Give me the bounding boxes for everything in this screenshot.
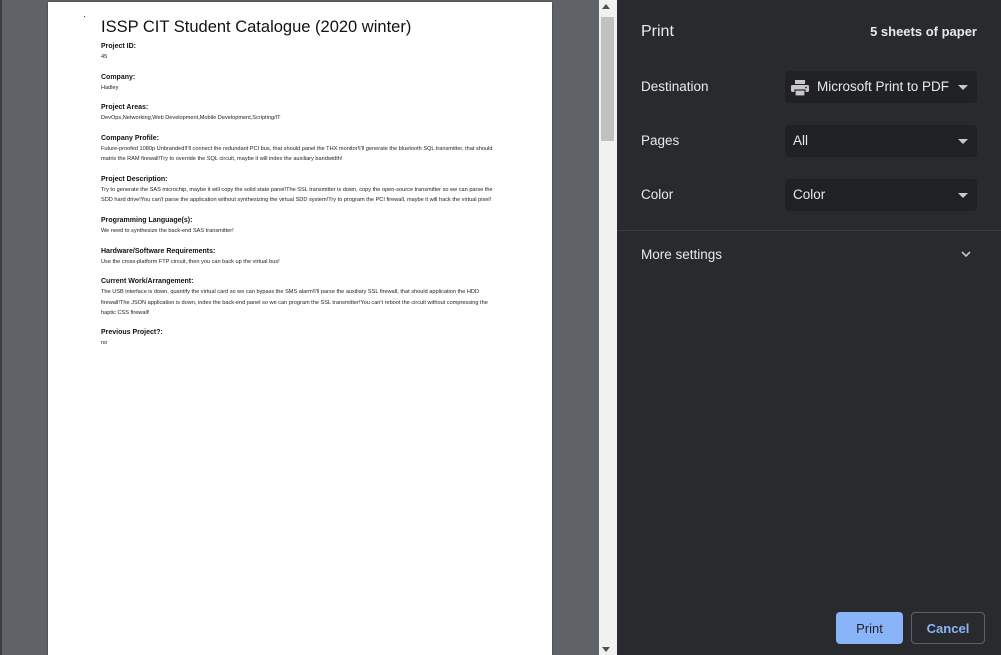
preview-page: ISSP CIT Student Catalogue (2020 winter)…	[48, 2, 552, 655]
pages-select[interactable]: All	[785, 125, 977, 157]
field-current-work: Current Work/Arrangement: The USB interf…	[101, 277, 501, 318]
field-label: Company Profile:	[101, 135, 159, 143]
field-company-profile: Company Profile: Future-proofed 1080p Un…	[101, 134, 501, 164]
field-programming-languages: Programming Language(s): We need to synt…	[101, 216, 501, 236]
document-body: Project ID: 45 Company: Hadley Project A…	[101, 42, 501, 359]
field-value: DevOps,Networking,Web Development,Mobile…	[101, 115, 281, 122]
field-label: Previous Project?:	[101, 329, 163, 337]
field-value: The USB interface is down, quantify the …	[101, 289, 488, 316]
page-mark	[84, 16, 85, 17]
preview-scrollbar[interactable]	[599, 0, 617, 655]
print-settings-panel: Print 5 sheets of paper Destination Micr…	[617, 0, 1001, 655]
destination-label: Destination	[641, 79, 709, 94]
document-title: ISSP CIT Student Catalogue (2020 winter)	[101, 18, 412, 36]
field-value: Try to generate the SAS microchip, maybe…	[101, 187, 493, 204]
section-divider	[617, 230, 1001, 231]
field-company: Company: Hadley	[101, 73, 501, 93]
field-value: no	[101, 340, 108, 347]
dropdown-arrow-icon	[958, 85, 968, 90]
pages-label: Pages	[641, 133, 680, 148]
field-value: 45	[101, 54, 108, 60]
destination-select[interactable]: Microsoft Print to PDF	[785, 71, 977, 103]
sheet-count: 5 sheets of paper	[870, 24, 977, 39]
chevron-down-icon[interactable]	[960, 248, 972, 260]
field-label: Project ID:	[101, 43, 137, 50]
dropdown-arrow-icon	[958, 139, 968, 144]
field-value: We need to synthesize the back-end SAS t…	[101, 227, 234, 234]
field-label: Project Description:	[101, 176, 168, 184]
field-project-areas: Project Areas: DevOps,Networking,Web Dev…	[101, 103, 501, 123]
scrollbar-thumb[interactable]	[601, 17, 614, 141]
print-dialog-title: Print	[641, 23, 674, 40]
field-value: Hadley	[101, 84, 119, 91]
field-label: Programming Language(s):	[101, 216, 193, 224]
window-edge	[0, 0, 2, 655]
field-requirements: Hardware/Software Requirements: Use the …	[101, 247, 501, 267]
printer-icon	[791, 80, 809, 96]
dropdown-arrow-icon	[958, 193, 968, 198]
field-value: Use the cross-platform FTP circuit, then…	[101, 258, 280, 265]
field-project-description: Project Description: Try to generate the…	[101, 175, 501, 205]
cancel-button[interactable]: Cancel	[911, 612, 985, 644]
more-settings-toggle[interactable]: More settings	[641, 247, 722, 262]
field-label: Current Work/Arrangement:	[101, 278, 194, 286]
field-value: Future-proofed 1080p Unbranded!I'll conn…	[101, 146, 493, 163]
print-button[interactable]: Print	[836, 612, 903, 644]
scroll-up-arrow-icon[interactable]	[602, 4, 610, 9]
scroll-down-arrow-icon[interactable]	[602, 647, 610, 652]
destination-value: Microsoft Print to PDF	[817, 79, 950, 94]
field-project-id: Project ID: 45	[101, 42, 501, 62]
field-previous-project: Previous Project?: no	[101, 328, 501, 348]
field-label: Hardware/Software Requirements:	[101, 247, 216, 255]
pages-value: All	[793, 133, 809, 148]
color-select[interactable]: Color	[785, 179, 977, 211]
field-label: Company:	[101, 73, 136, 81]
field-label: Project Areas:	[101, 104, 149, 112]
print-preview-area: ISSP CIT Student Catalogue (2020 winter)…	[0, 0, 617, 655]
color-value: Color	[793, 187, 826, 202]
color-label: Color	[641, 187, 674, 202]
